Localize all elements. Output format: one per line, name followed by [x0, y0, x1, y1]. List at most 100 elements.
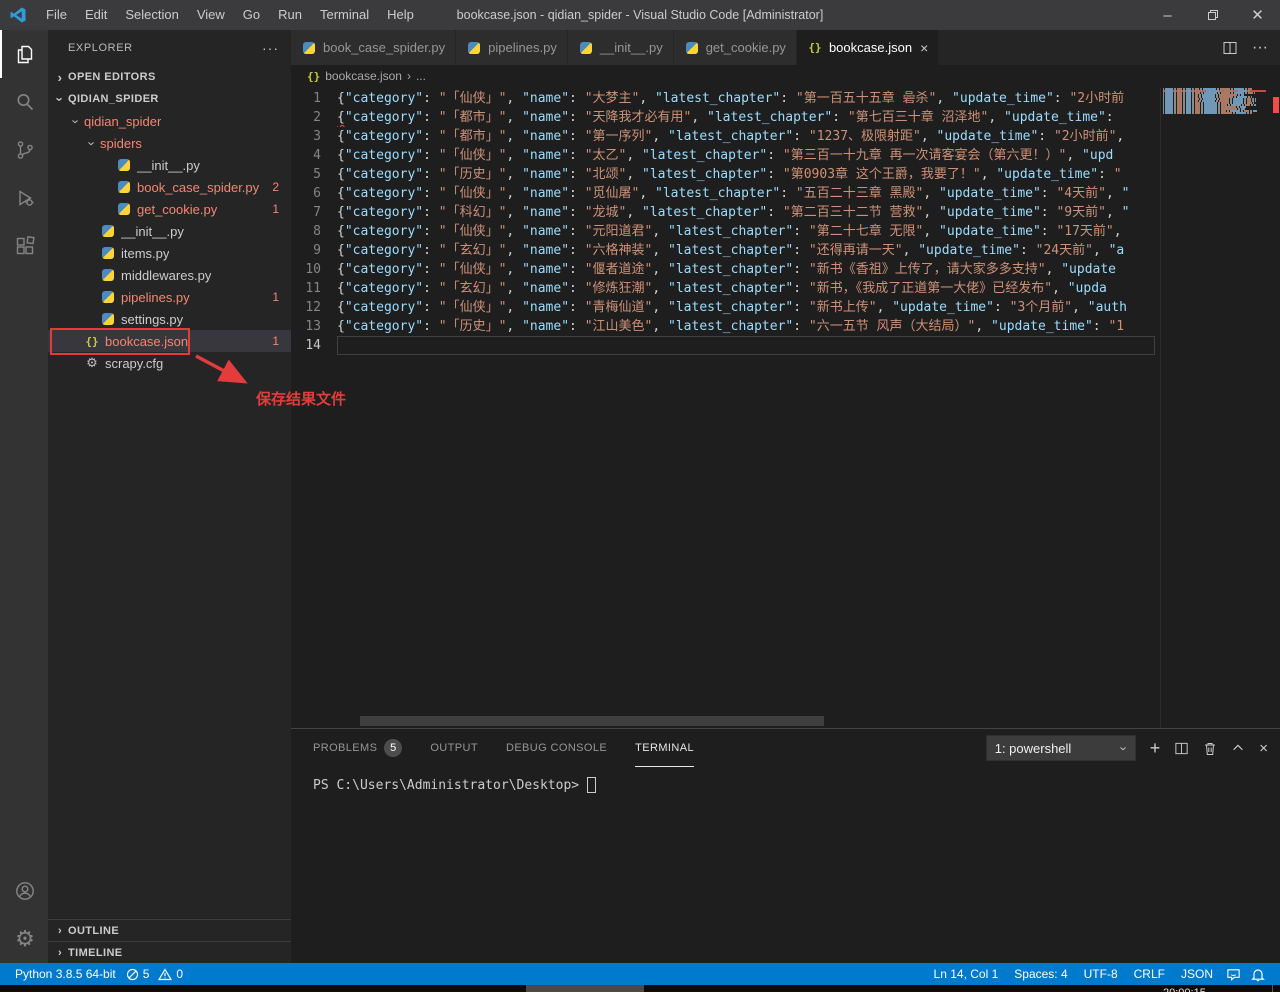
restore-button[interactable]: [1190, 0, 1235, 30]
extensions-icon[interactable]: [0, 222, 48, 270]
tree-item-scrapy-cfg[interactable]: ⚙scrapy.cfg: [48, 352, 291, 374]
shell-selector[interactable]: 1: powershell ›: [986, 735, 1136, 761]
panel-tab-terminal[interactable]: TERMINAL: [635, 729, 694, 767]
menu-help[interactable]: Help: [378, 7, 423, 22]
tree-item-get-cookie-py[interactable]: get_cookie.py1: [48, 198, 291, 220]
menu-terminal[interactable]: Terminal: [311, 7, 378, 22]
explorer-icon[interactable]: [0, 30, 48, 78]
breadcrumb[interactable]: {} bookcase.json › ...: [291, 65, 1280, 87]
code-line-7[interactable]: 7{"category": "「科幻」", "name": "龙城", "lat…: [291, 203, 1155, 222]
source-control-icon[interactable]: [0, 126, 48, 174]
editor-tab-bar: book_case_spider.pypipelines.py__init__.…: [291, 30, 1280, 65]
warning-icon: [158, 968, 172, 981]
split-editor-icon[interactable]: [1222, 40, 1238, 56]
file-tree: ›OPEN EDITORS›QIDIAN_SPIDER›qidian_spide…: [48, 66, 291, 374]
minimize-button[interactable]: –: [1145, 0, 1190, 30]
new-terminal-icon[interactable]: +: [1150, 738, 1161, 759]
tab-init-py[interactable]: __init__.py: [568, 30, 674, 65]
close-tab-icon[interactable]: ×: [920, 40, 928, 56]
terminal-prompt: PS C:\Users\Administrator\Desktop>: [313, 778, 579, 793]
code-line-8[interactable]: 8{"category": "「仙侠」", "name": "元阳道君", "l…: [291, 222, 1155, 241]
code-line-1[interactable]: 1{"category": "「仙侠」", "name": "大梦主", "la…: [291, 89, 1155, 108]
menu-view[interactable]: View: [188, 7, 234, 22]
breadcrumb-more[interactable]: ...: [416, 69, 426, 83]
code-line-3[interactable]: 3{"category": "「都市」", "name": "第一序列", "l…: [291, 127, 1155, 146]
tab-bookcase-json[interactable]: {}bookcase.json×: [797, 30, 939, 65]
tab-pipelines-py[interactable]: pipelines.py: [456, 30, 568, 65]
json-file-icon: {}: [84, 333, 100, 349]
code-line-5[interactable]: 5{"category": "「历史」", "name": "北颂", "lat…: [291, 165, 1155, 184]
breadcrumb-file[interactable]: bookcase.json: [325, 69, 402, 83]
tree-item-pipelines-py[interactable]: pipelines.py1: [48, 286, 291, 308]
tree-section-qidian-spider[interactable]: ›QIDIAN_SPIDER: [48, 88, 291, 110]
status-indentation[interactable]: Spaces: 4: [1006, 963, 1075, 985]
code-line-4[interactable]: 4{"category": "「仙侠」", "name": "太乙", "lat…: [291, 146, 1155, 165]
tree-item-label: bookcase.json: [105, 334, 188, 349]
menu-run[interactable]: Run: [269, 7, 311, 22]
feedback-icon[interactable]: [1221, 963, 1246, 985]
python-file-icon: [301, 40, 317, 56]
code-line-14[interactable]: 14: [291, 336, 1155, 355]
menu-selection[interactable]: Selection: [116, 7, 187, 22]
python-interpreter[interactable]: Python 3.8.5 64-bit: [10, 963, 121, 985]
tree-item-settings-py[interactable]: settings.py: [48, 308, 291, 330]
menu-go[interactable]: Go: [234, 7, 269, 22]
tree-section-open-editors[interactable]: ›OPEN EDITORS: [48, 66, 291, 88]
chevron-down-icon: ›: [85, 135, 100, 151]
minimap[interactable]: [1160, 88, 1266, 728]
code-line-11[interactable]: 11{"category": "「玄幻」", "name": "修炼狂潮", "…: [291, 279, 1155, 298]
tree-item-init-py[interactable]: __init__.py: [48, 154, 291, 176]
problems-status[interactable]: 5 0: [121, 963, 188, 985]
tree-item-label: book_case_spider.py: [137, 180, 259, 195]
status-bar: Python 3.8.5 64-bit 5 0 Ln 14, Col 1Spac…: [0, 963, 1280, 985]
code-line-6[interactable]: 6{"category": "「仙侠」", "name": "觅仙屠", "la…: [291, 184, 1155, 203]
menu-edit[interactable]: Edit: [76, 7, 116, 22]
panel-tab-debug-console[interactable]: DEBUG CONSOLE: [506, 729, 607, 767]
horizontal-scrollbar[interactable]: [360, 716, 824, 726]
code-line-12[interactable]: 12{"category": "「仙侠」", "name": "青梅仙道", "…: [291, 298, 1155, 317]
account-icon[interactable]: [0, 867, 48, 915]
taskbar-app-button[interactable]: [526, 985, 644, 992]
breadcrumb-separator: ›: [407, 69, 411, 83]
status-encoding[interactable]: UTF-8: [1076, 963, 1126, 985]
split-terminal-icon[interactable]: [1174, 741, 1189, 756]
tree-item-items-py[interactable]: items.py: [48, 242, 291, 264]
chevron-down-icon: ›: [1117, 746, 1132, 750]
code-line-10[interactable]: 10{"category": "「仙侠」", "name": "偃者道途", "…: [291, 260, 1155, 279]
explorer-more-actions[interactable]: ···: [262, 40, 279, 56]
python-file-icon: [116, 157, 132, 173]
terminal[interactable]: PS C:\Users\Administrator\Desktop>: [291, 767, 1280, 963]
status-cursor-position[interactable]: Ln 14, Col 1: [926, 963, 1007, 985]
tree-item-bookcase-json[interactable]: {}bookcase.json1: [48, 330, 291, 352]
maximize-panel-icon[interactable]: [1231, 741, 1245, 755]
tab-get-cookie-py[interactable]: get_cookie.py: [674, 30, 797, 65]
tree-item-middlewares-py[interactable]: middlewares.py: [48, 264, 291, 286]
code-line-13[interactable]: 13{"category": "「历史」", "name": "江山美色", "…: [291, 317, 1155, 336]
tree-item-init-py[interactable]: __init__.py: [48, 220, 291, 242]
json-file-icon: {}: [307, 70, 320, 83]
tab-book-case-spider-py[interactable]: book_case_spider.py: [291, 30, 456, 65]
editor-more-actions-icon[interactable]: ···: [1252, 39, 1268, 57]
run-and-debug-icon[interactable]: [0, 174, 48, 222]
close-panel-icon[interactable]: ×: [1259, 740, 1268, 757]
code-editor[interactable]: 1{"category": "「仙侠」", "name": "大梦主", "la…: [291, 87, 1280, 728]
search-icon[interactable]: [0, 78, 48, 126]
title-bar: FileEditSelectionViewGoRunTerminalHelp b…: [0, 0, 1280, 30]
sidebar-section-timeline[interactable]: ›TIMELINE: [48, 941, 291, 963]
code-line-2[interactable]: 2{"category": "「都市」", "name": "天降我才必有用",…: [291, 108, 1155, 127]
panel-tab-output[interactable]: OUTPUT: [430, 729, 478, 767]
tree-item-qidian-spider[interactable]: ›qidian_spider: [48, 110, 291, 132]
kill-terminal-icon[interactable]: [1203, 741, 1217, 756]
status-language-mode[interactable]: JSON: [1173, 963, 1221, 985]
status-eol[interactable]: CRLF: [1126, 963, 1173, 985]
menu-file[interactable]: File: [37, 7, 76, 22]
code-line-9[interactable]: 9{"category": "「玄幻」", "name": "六格神装", "l…: [291, 241, 1155, 260]
error-icon: [126, 968, 139, 981]
panel-tab-problems[interactable]: PROBLEMS5: [313, 729, 402, 767]
settings-gear-icon[interactable]: ⚙: [0, 915, 48, 963]
sidebar-section-outline[interactable]: ›OUTLINE: [48, 919, 291, 941]
tree-item-book-case-spider-py[interactable]: book_case_spider.py2: [48, 176, 291, 198]
tree-item-spiders[interactable]: ›spiders: [48, 132, 291, 154]
close-window-button[interactable]: ✕: [1235, 0, 1280, 30]
notifications-bell-icon[interactable]: [1246, 963, 1270, 985]
